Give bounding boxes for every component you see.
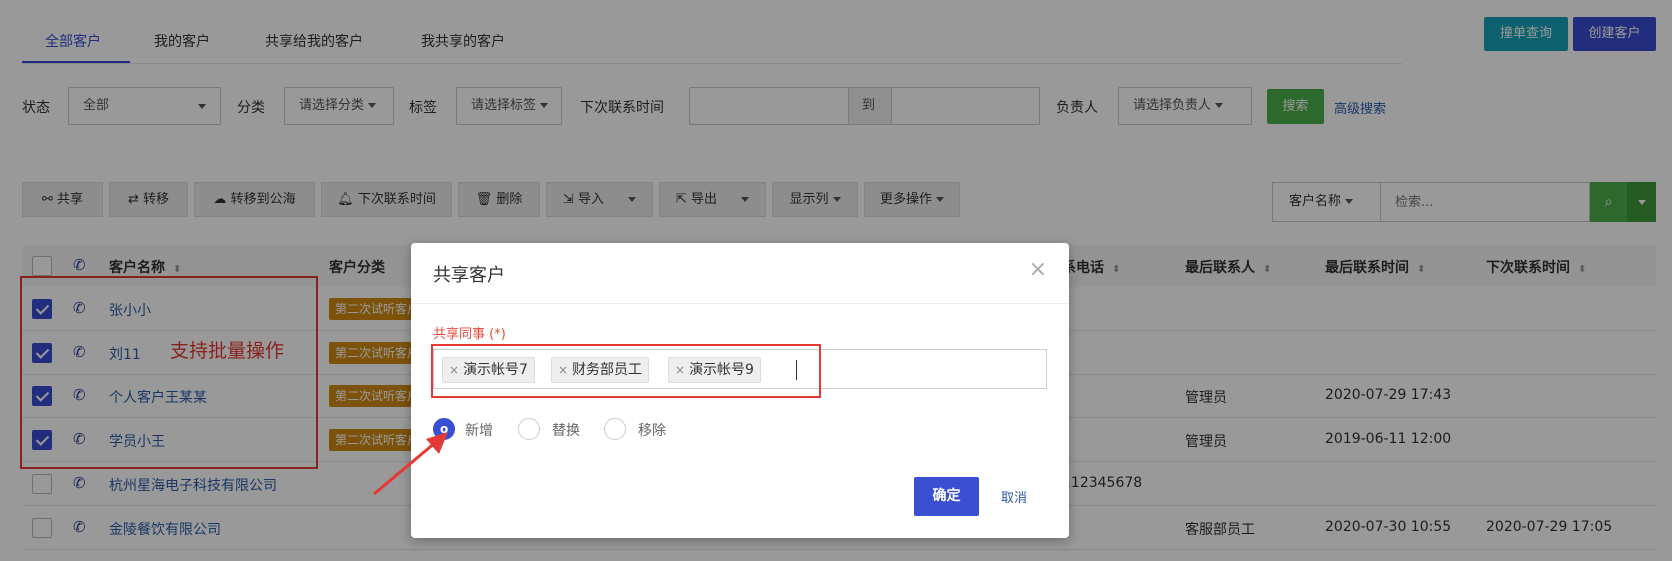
- radio-replace-label: 替换: [552, 423, 580, 439]
- annotation-box: [431, 344, 821, 398]
- cancel-button[interactable]: 取消: [1001, 487, 1027, 506]
- confirm-button[interactable]: 确定: [914, 477, 979, 516]
- annotation-arrow: [373, 432, 448, 496]
- share-colleagues-label: 共享同事 (*): [433, 327, 506, 342]
- radio-remove[interactable]: [604, 418, 626, 440]
- modal-divider: [411, 303, 1069, 304]
- share-customer-modal: 共享客户 × 共享同事 (*) ×演示帐号7 ×财务部员工 ×演示帐号9 新增 …: [411, 243, 1069, 538]
- radio-remove-label: 移除: [638, 423, 666, 439]
- radio-replace[interactable]: [518, 418, 540, 440]
- close-icon[interactable]: ×: [1029, 257, 1047, 282]
- radio-add-label: 新增: [465, 423, 493, 439]
- modal-title: 共享客户: [433, 265, 505, 286]
